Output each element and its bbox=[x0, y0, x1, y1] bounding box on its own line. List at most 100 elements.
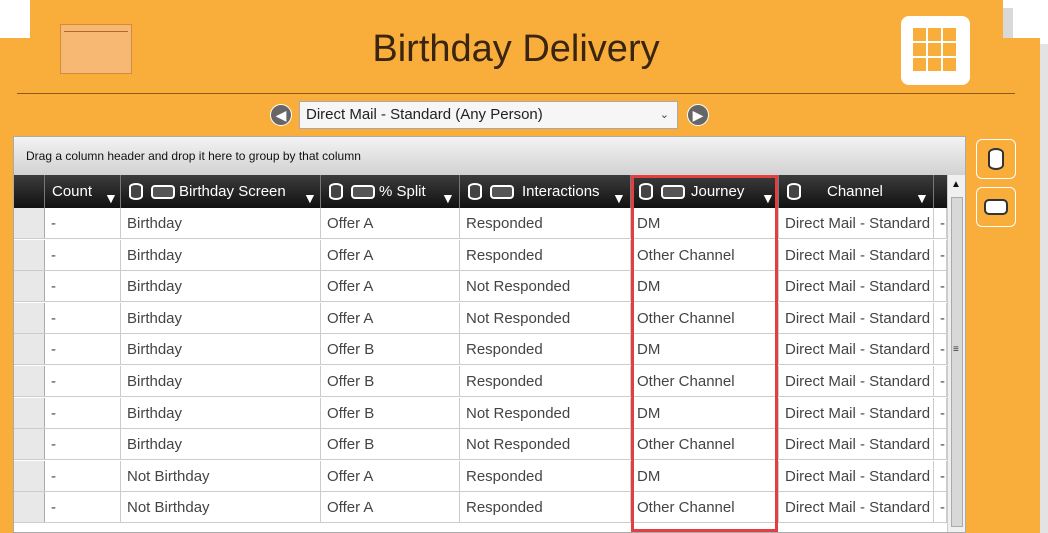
table-cell[interactable]: Birthday bbox=[121, 397, 321, 429]
column-header-count[interactable]: Count ▼ bbox=[45, 175, 121, 208]
table-cell[interactable]: Not Birthday bbox=[121, 460, 321, 492]
table-cell[interactable]: Offer A bbox=[321, 492, 460, 524]
table-row[interactable]: - Birthday Offer B Not Responded DM Direct Ma… bbox=[14, 397, 965, 429]
table-cell[interactable]: Not Birthday bbox=[121, 492, 321, 524]
table-cell[interactable]: - bbox=[934, 208, 947, 239]
table-row[interactable]: - Not Birthday Offer A Responded Other Chann… bbox=[14, 492, 965, 524]
table-cell[interactable]: - bbox=[45, 460, 121, 492]
table-row[interactable]: - Birthday Offer A Responded DM Direct Mail -… bbox=[14, 208, 965, 239]
row-selector[interactable] bbox=[14, 334, 45, 365]
filter-icon[interactable]: ▼ bbox=[441, 182, 455, 208]
arrow-right-icon[interactable]: ▶ bbox=[687, 104, 709, 126]
column-header-interactions[interactable]: Interactions ▼ bbox=[460, 175, 631, 208]
table-cell[interactable]: Not Responded bbox=[460, 397, 631, 429]
table-cell[interactable]: Not Responded bbox=[460, 429, 631, 461]
scroll-up-icon[interactable]: ▲ bbox=[951, 179, 961, 190]
table-cell[interactable]: Offer A bbox=[321, 208, 460, 239]
arrow-left-icon[interactable]: ◀ bbox=[270, 104, 292, 126]
row-selector[interactable] bbox=[14, 239, 45, 270]
row-selector[interactable] bbox=[14, 271, 45, 302]
row-selector[interactable] bbox=[14, 397, 45, 428]
table-row[interactable]: - Birthday Offer B Responded Other Channel Di… bbox=[14, 366, 965, 397]
table-cell[interactable]: - bbox=[934, 366, 947, 397]
table-row[interactable]: - Birthday Offer A Not Responded Other Chann… bbox=[14, 302, 965, 334]
group-by-panel[interactable]: Drag a column header and drop it here to… bbox=[14, 137, 965, 175]
column-header-channel[interactable]: Channel ▼ bbox=[779, 175, 934, 208]
table-cell[interactable]: - bbox=[45, 492, 121, 524]
chevron-down-icon[interactable]: ⌄ bbox=[660, 102, 669, 128]
table-cell[interactable]: Birthday bbox=[121, 302, 321, 334]
table-cell[interactable]: Offer A bbox=[321, 302, 460, 334]
table-cell[interactable]: Offer A bbox=[321, 271, 460, 303]
table-cell[interactable]: Birthday bbox=[121, 208, 321, 239]
table-cell[interactable]: - bbox=[45, 239, 121, 271]
folder-icon[interactable] bbox=[60, 24, 132, 74]
row-selector[interactable] bbox=[14, 460, 45, 491]
column-header-more[interactable] bbox=[934, 175, 947, 208]
table-cell[interactable]: Birthday bbox=[121, 366, 321, 397]
row-selector[interactable] bbox=[14, 208, 45, 238]
table-cell[interactable]: - bbox=[934, 492, 947, 524]
table-cell[interactable]: - bbox=[934, 397, 947, 429]
table-cell[interactable]: Birthday bbox=[121, 271, 321, 303]
row-selector[interactable] bbox=[14, 302, 45, 333]
table-cell[interactable]: Direct Mail - Standard bbox=[779, 239, 934, 271]
table-cell[interactable]: - bbox=[934, 334, 947, 366]
table-cell[interactable]: Responded bbox=[460, 492, 631, 524]
table-cell[interactable]: - bbox=[934, 271, 947, 303]
table-cell[interactable]: Offer B bbox=[321, 366, 460, 397]
table-cell[interactable]: - bbox=[45, 366, 121, 397]
table-cell[interactable]: - bbox=[934, 239, 947, 271]
table-cell[interactable]: - bbox=[934, 429, 947, 461]
table-cell[interactable]: Not Responded bbox=[460, 302, 631, 334]
table-cell[interactable]: Direct Mail - Standard bbox=[779, 492, 934, 524]
table-cell[interactable]: - bbox=[45, 429, 121, 461]
scrollbar-thumb[interactable]: ≡ bbox=[951, 197, 963, 527]
table-cell[interactable]: Responded bbox=[460, 460, 631, 492]
table-cell[interactable]: Responded bbox=[460, 239, 631, 271]
table-row[interactable]: - Not Birthday Offer A Responded DM Direct Ma… bbox=[14, 460, 965, 492]
table-row[interactable]: - Birthday Offer B Responded DM Direct Mail -… bbox=[14, 334, 965, 366]
table-cell[interactable]: Offer A bbox=[321, 460, 460, 492]
filter-icon[interactable]: ▼ bbox=[915, 182, 929, 208]
table-cell[interactable]: Direct Mail - Standard bbox=[779, 334, 934, 366]
filter-icon[interactable]: ▼ bbox=[104, 182, 118, 208]
table-cell[interactable]: - bbox=[934, 460, 947, 492]
filter-icon[interactable]: ▼ bbox=[303, 182, 317, 208]
table-cell[interactable]: Direct Mail - Standard bbox=[779, 302, 934, 334]
table-row[interactable]: - Birthday Offer A Responded Other Channel Di… bbox=[14, 239, 965, 271]
row-selector[interactable] bbox=[14, 429, 45, 460]
table-cell[interactable]: - bbox=[45, 271, 121, 303]
table-cell[interactable]: Direct Mail - Standard bbox=[779, 460, 934, 492]
table-cell[interactable]: Direct Mail - Standard bbox=[779, 271, 934, 303]
column-header-split[interactable]: % Split ▼ bbox=[321, 175, 460, 208]
filter-icon[interactable]: ▼ bbox=[612, 182, 626, 208]
table-cell[interactable]: Offer B bbox=[321, 334, 460, 366]
side-database-button[interactable] bbox=[976, 139, 1016, 179]
table-cell[interactable]: - bbox=[934, 302, 947, 334]
table-row[interactable]: - Birthday Offer A Not Responded DM Direct Ma… bbox=[14, 271, 965, 303]
table-cell[interactable]: Birthday bbox=[121, 429, 321, 461]
table-cell[interactable]: Direct Mail - Standard bbox=[779, 397, 934, 429]
table-cell[interactable]: Responded bbox=[460, 334, 631, 366]
table-cell[interactable]: - bbox=[45, 397, 121, 429]
table-cell[interactable]: Direct Mail - Standard bbox=[779, 366, 934, 397]
vertical-scrollbar[interactable]: ▲ ≡ bbox=[947, 175, 965, 532]
table-cell[interactable]: Responded bbox=[460, 208, 631, 239]
row-selector[interactable] bbox=[14, 366, 45, 396]
table-cell[interactable]: - bbox=[45, 334, 121, 366]
table-cell[interactable]: Offer B bbox=[321, 397, 460, 429]
row-selector[interactable] bbox=[14, 492, 45, 523]
side-decision-button[interactable] bbox=[976, 187, 1016, 227]
table-cell[interactable]: Not Responded bbox=[460, 271, 631, 303]
table-cell[interactable]: Offer A bbox=[321, 239, 460, 271]
table-cell[interactable]: Offer B bbox=[321, 429, 460, 461]
table-cell[interactable]: Birthday bbox=[121, 334, 321, 366]
table-cell[interactable]: - bbox=[45, 302, 121, 334]
table-row[interactable]: - Birthday Offer B Not Responded Other Chann… bbox=[14, 429, 965, 461]
table-cell[interactable]: Responded bbox=[460, 366, 631, 397]
channel-select[interactable]: Direct Mail - Standard (Any Person) ⌄ bbox=[299, 101, 678, 129]
grid-apps-icon[interactable] bbox=[901, 16, 970, 85]
table-cell[interactable]: Direct Mail - Standard bbox=[779, 429, 934, 461]
table-cell[interactable]: Birthday bbox=[121, 239, 321, 271]
